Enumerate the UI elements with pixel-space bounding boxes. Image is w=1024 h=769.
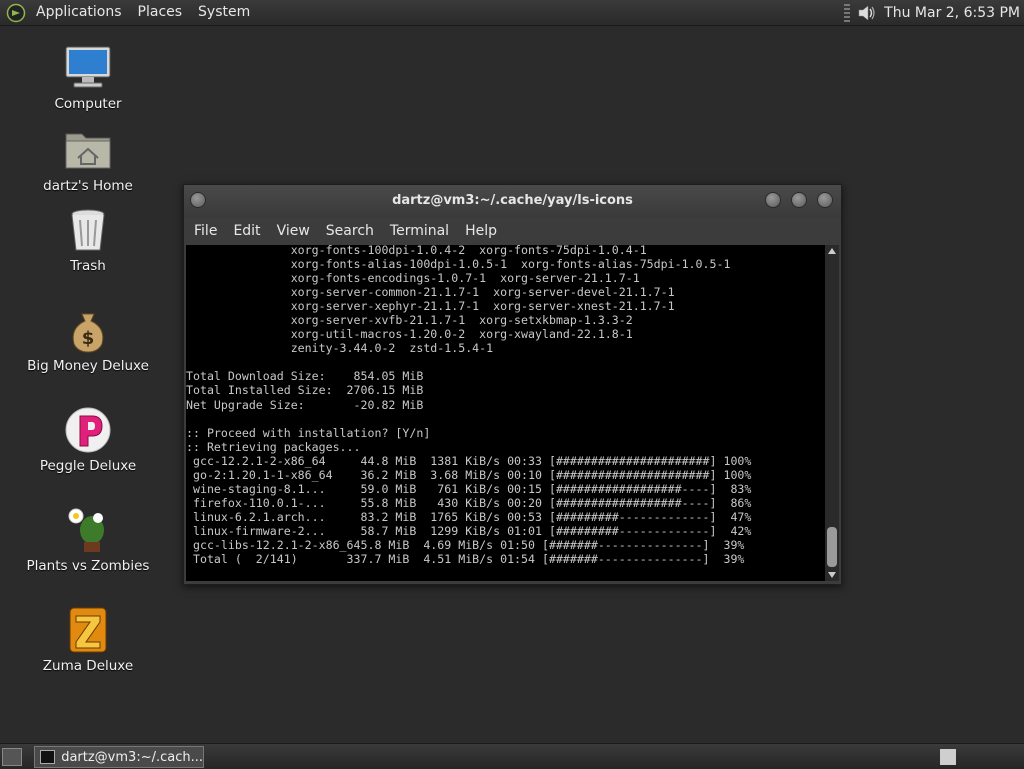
distro-logo-icon[interactable] — [6, 3, 26, 23]
panel-separator — [844, 3, 851, 22]
desktop-icon-label: Trash — [70, 258, 106, 274]
applications-menu[interactable]: Applications — [28, 0, 130, 25]
plants-icon — [64, 506, 112, 554]
window-title: dartz@vm3:~/.cache/yay/ls-icons — [392, 193, 633, 208]
computer-icon — [64, 44, 112, 92]
peggle-icon — [64, 406, 112, 454]
maximize-button[interactable] — [791, 192, 807, 208]
main-menu: Applications Places System — [0, 0, 258, 25]
scroll-up-icon[interactable] — [828, 248, 836, 254]
desktop-icon-trash[interactable]: Trash — [20, 206, 156, 274]
terminal-text: xorg-fonts-100dpi-1.0.4-2 xorg-fonts-75d… — [186, 245, 752, 567]
minimize-button[interactable] — [765, 192, 781, 208]
desktop-icon-home[interactable]: dartz's Home — [20, 126, 156, 194]
workspace-switcher[interactable] — [940, 749, 956, 765]
money-bag-icon: $ — [64, 306, 112, 354]
desktop-icon-big-money[interactable]: $ Big Money Deluxe — [20, 306, 156, 374]
scroll-down-icon[interactable] — [828, 572, 836, 578]
bottom-panel: dartz@vm3:~/.cach... — [0, 743, 1024, 769]
close-button[interactable] — [817, 192, 833, 208]
terminal-icon — [40, 750, 56, 764]
desktop-icon-label: Big Money Deluxe — [27, 358, 149, 374]
menu-terminal[interactable]: Terminal — [382, 217, 457, 245]
home-folder-icon — [64, 126, 112, 174]
trash-icon — [64, 206, 112, 254]
show-desktop-button[interactable] — [2, 748, 22, 766]
scrollbar-thumb[interactable] — [827, 527, 837, 567]
tray: Thu Mar 2, 6:53 PM — [844, 0, 1024, 25]
menu-view[interactable]: View — [269, 217, 318, 245]
menu-search[interactable]: Search — [318, 217, 382, 245]
terminal-window[interactable]: dartz@vm3:~/.cache/yay/ls-icons File Edi… — [183, 184, 842, 585]
desktop-icon-plants-vs-zombies[interactable]: Plants vs Zombies — [20, 506, 156, 574]
taskbar-label: dartz@vm3:~/.cach... — [61, 749, 203, 765]
terminal-scrollbar[interactable] — [825, 245, 839, 581]
desktop-icon-label: Zuma Deluxe — [42, 658, 134, 674]
menu-edit[interactable]: Edit — [225, 217, 268, 245]
zuma-icon — [64, 606, 112, 654]
desktop-icon-computer[interactable]: Computer — [20, 44, 156, 112]
speaker-icon[interactable] — [856, 2, 878, 24]
clock[interactable]: Thu Mar 2, 6:53 PM — [878, 5, 1024, 21]
places-menu[interactable]: Places — [130, 0, 191, 25]
menu-help[interactable]: Help — [457, 217, 505, 245]
svg-text:$: $ — [82, 328, 95, 349]
system-menu[interactable]: System — [190, 0, 258, 25]
desktop-icon-zuma[interactable]: Zuma Deluxe — [20, 606, 156, 674]
desktop-icon-label: Peggle Deluxe — [39, 458, 137, 474]
taskbar-terminal-button[interactable]: dartz@vm3:~/.cach... — [34, 746, 204, 768]
desktop-icon-label: Plants vs Zombies — [26, 558, 150, 574]
top-panel: Applications Places System Thu Mar 2, 6:… — [0, 0, 1024, 26]
desktop-icon-label: Computer — [54, 96, 122, 112]
terminal-output[interactable]: xorg-fonts-100dpi-1.0.4-2 xorg-fonts-75d… — [186, 245, 825, 581]
terminal-titlebar[interactable]: dartz@vm3:~/.cache/yay/ls-icons — [184, 185, 841, 217]
menu-file[interactable]: File — [186, 217, 225, 245]
terminal-menubar: File Edit View Search Terminal Help — [184, 217, 841, 245]
desktop-icon-peggle[interactable]: Peggle Deluxe — [20, 406, 156, 474]
desktop-icon-label: dartz's Home — [43, 178, 133, 194]
